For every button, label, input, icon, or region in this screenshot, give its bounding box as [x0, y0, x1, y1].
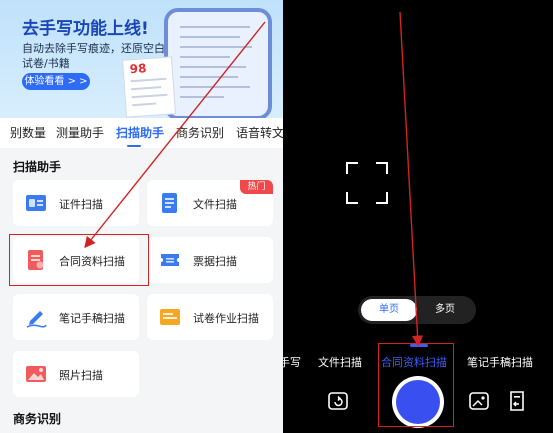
tool-category-tabs: 别数量 测量助手 扫描助手 商务识别 语音转文: [0, 118, 283, 148]
banner-title: 去手写功能上线!: [22, 19, 149, 39]
photo-icon: [26, 366, 46, 382]
import-icon[interactable]: [506, 390, 528, 412]
promo-banner[interactable]: 98 去手写功能上线! 自动去除手写痕迹，还原空白试卷/书籍 体验看看 > >: [0, 0, 283, 118]
tab-voice[interactable]: 语音转文: [236, 124, 283, 141]
active-tab-indicator: [127, 145, 141, 147]
hot-badge: 热门: [240, 180, 273, 194]
exam-paper-icon: [160, 309, 180, 325]
contract-mode-highlight-box: [378, 343, 454, 427]
page-mode-toggle: 单页 多页: [358, 296, 476, 324]
multi-page-option[interactable]: 多页: [417, 299, 473, 321]
mode-handwriting[interactable]: 手写: [283, 354, 301, 370]
tab-measure[interactable]: 测量助手: [56, 124, 104, 141]
id-card-icon: [26, 195, 46, 211]
exam-scan-card[interactable]: 试卷作业扫描: [147, 294, 273, 340]
scan-tools-panel: 98 去手写功能上线! 自动去除手写痕迹，还原空白试卷/书籍 体验看看 > > …: [0, 0, 283, 433]
ticket-scan-label: 票据扫描: [193, 255, 237, 268]
id-scan-label: 证件扫描: [59, 198, 103, 211]
mode-document-scan[interactable]: 文件扫描: [318, 354, 362, 370]
rotate-camera-icon[interactable]: [327, 390, 349, 412]
camera-view: 单页 多页 手写 文件扫描 合同资料扫描 笔记手稿扫描: [283, 0, 553, 433]
tab-business[interactable]: 商务识别: [176, 124, 224, 141]
note-scan-card[interactable]: 笔记手稿扫描: [13, 294, 139, 340]
single-page-option[interactable]: 单页: [361, 299, 417, 321]
document-icon: [162, 193, 177, 213]
ticket-icon: [161, 254, 179, 266]
tab-scan[interactable]: 扫描助手: [116, 124, 164, 141]
tab-count[interactable]: 别数量: [10, 124, 46, 141]
ticket-scan-card[interactable]: 票据扫描: [147, 237, 273, 283]
mode-note-scan[interactable]: 笔记手稿扫描: [467, 354, 533, 370]
pen-icon: [26, 311, 47, 328]
note-scan-label: 笔记手稿扫描: [59, 312, 125, 325]
gallery-icon[interactable]: [468, 390, 490, 412]
exam-scan-label: 试卷作业扫描: [193, 312, 259, 325]
phone-illustration: [164, 8, 272, 118]
document-scan-label: 文件扫描: [193, 198, 237, 211]
id-scan-card[interactable]: 证件扫描: [13, 180, 139, 226]
banner-subtitle: 自动去除手写痕迹，还原空白试卷/书籍: [22, 42, 165, 70]
try-it-button[interactable]: 体验看看 > >: [22, 73, 90, 90]
scan-section-title: 扫描助手: [13, 160, 62, 174]
document-scan-card[interactable]: 文件扫描 热门: [147, 180, 273, 226]
focus-frame-icon: [346, 162, 388, 204]
photo-scan-card[interactable]: 照片扫描: [13, 351, 139, 397]
business-section-title: 商务识别: [13, 412, 62, 426]
photo-scan-label: 照片扫描: [59, 369, 103, 382]
contract-highlight-box: [9, 234, 149, 286]
